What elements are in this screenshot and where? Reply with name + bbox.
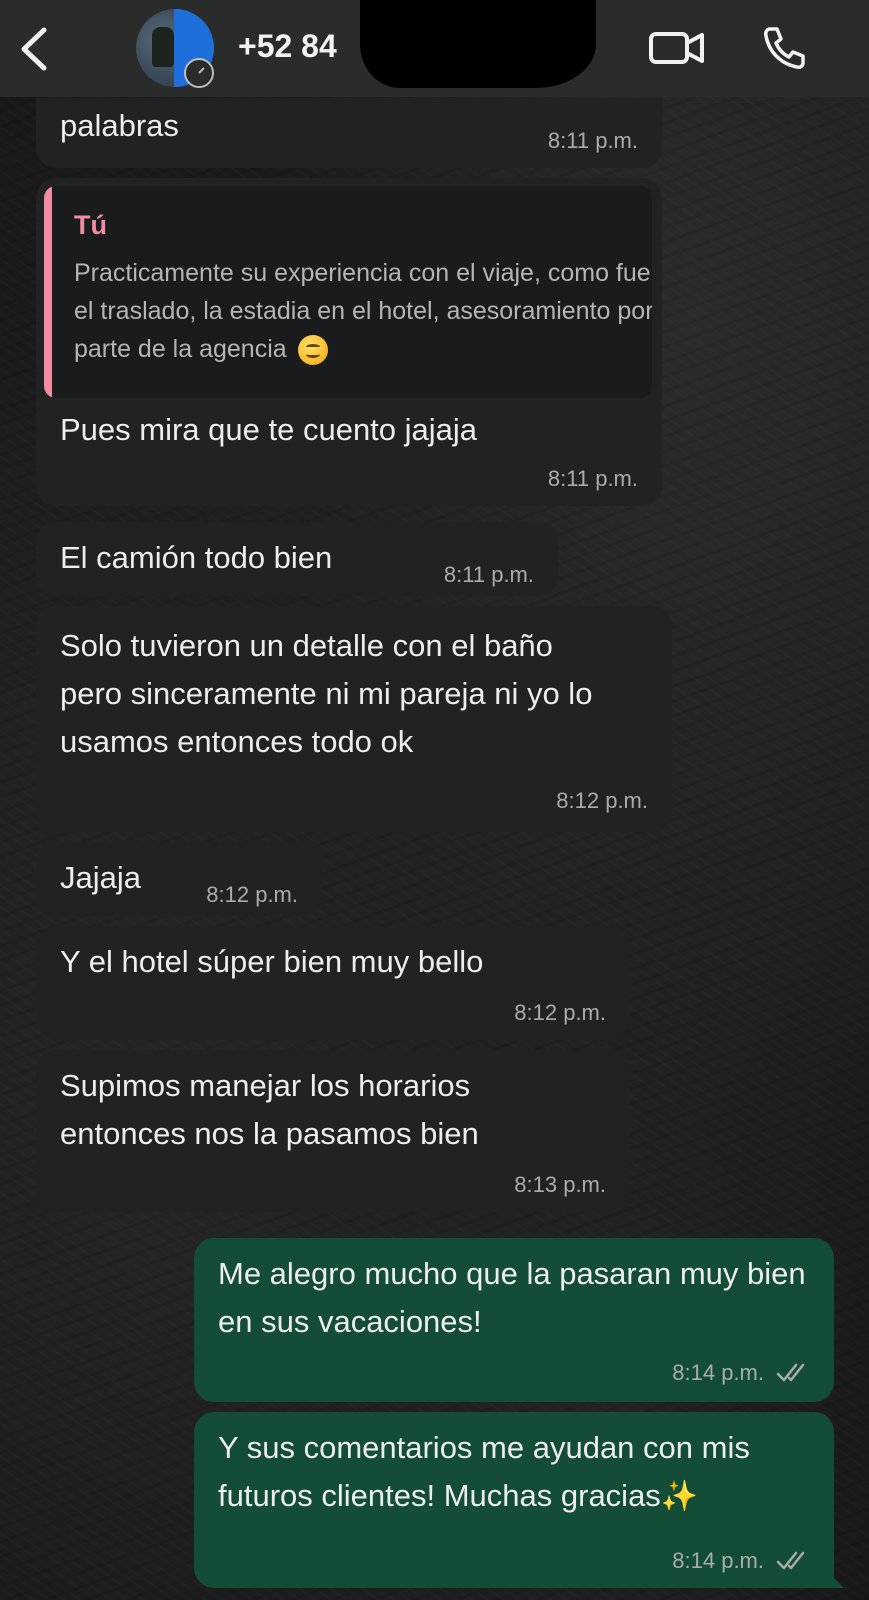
message-time: 8:12 p.m. (556, 788, 648, 813)
message-bubble[interactable]: Y el hotel súper bien muy bello 8:12 p.m… (36, 926, 630, 1040)
message-bubble[interactable]: Solo tuvieron un detalle con el baño per… (36, 606, 672, 832)
message-text: Y el hotel súper bien muy bello (60, 944, 484, 979)
back-button[interactable] (14, 24, 54, 74)
message-bubble[interactable]: El camión todo bien 8:11 p.m. (36, 522, 558, 596)
message-time: 8:12 p.m. (514, 1000, 606, 1025)
voice-call-button[interactable] (760, 24, 808, 72)
message-bubble[interactable]: palabras 8:11 p.m. (36, 98, 662, 168)
bubble-tail (26, 1192, 46, 1212)
quote-text: Practicamente su experiencia con el viaj… (74, 254, 652, 368)
message-bubble[interactable]: Me alegro mucho que la pasaran muy bien … (194, 1238, 834, 1402)
smiling-face-emoji-icon (297, 335, 328, 366)
redaction-mark (360, 0, 596, 88)
message-bubble[interactable]: Supimos manejar los horarios entonces no… (26, 1050, 630, 1212)
message-text: Y sus comentarios me ayudan con mis futu… (218, 1424, 818, 1521)
quote-text-body: Practicamente su experiencia con el viaj… (74, 259, 652, 363)
message-text: El camión todo bien (60, 540, 333, 575)
read-receipt-icon (776, 1363, 805, 1382)
message-time: 8:11 p.m. (547, 466, 638, 491)
video-call-button[interactable] (648, 28, 708, 68)
sparkles-emoji-icon: ✨ (660, 1480, 699, 1513)
message-bubble[interactable]: Jajaja 8:12 p.m. (36, 842, 322, 916)
phone-icon (764, 27, 805, 69)
message-time: 8:13 p.m. (514, 1172, 606, 1197)
message-text: Jajaja (60, 860, 141, 895)
message-bubble[interactable]: Tú Practicamente su experiencia con el v… (36, 178, 662, 506)
message-time: 8:14 p.m. (672, 1360, 764, 1385)
message-time: 8:11 p.m. (547, 128, 638, 153)
message-bubble[interactable]: Y sus comentarios me ayudan con mis futu… (194, 1412, 844, 1588)
contact-name[interactable]: +52 84 (238, 28, 337, 65)
quote-accent-bar (44, 186, 52, 398)
message-text: Solo tuvieron un detalle con el baño per… (60, 628, 593, 759)
chat-header: +52 84 (0, 0, 869, 97)
read-receipt-icon (776, 1551, 805, 1570)
quoted-reply[interactable]: Tú Practicamente su experiencia con el v… (44, 186, 652, 398)
quote-author: Tú (74, 210, 107, 240)
message-text: Supimos manejar los horarios entonces no… (60, 1068, 479, 1151)
status-timer-icon (184, 58, 214, 88)
message-text: palabras (60, 108, 179, 143)
message-text: Me alegro mucho que la pasaran muy bien … (218, 1256, 806, 1339)
message-time: 8:12 p.m. (206, 882, 298, 907)
message-time: 8:14 p.m. (672, 1548, 764, 1573)
video-camera-icon (649, 32, 704, 64)
back-chevron-icon (21, 27, 47, 71)
message-text: Pues mira que te cuento jajaja (60, 412, 478, 447)
message-time: 8:11 p.m. (443, 562, 534, 587)
bubble-tail (824, 1568, 844, 1588)
